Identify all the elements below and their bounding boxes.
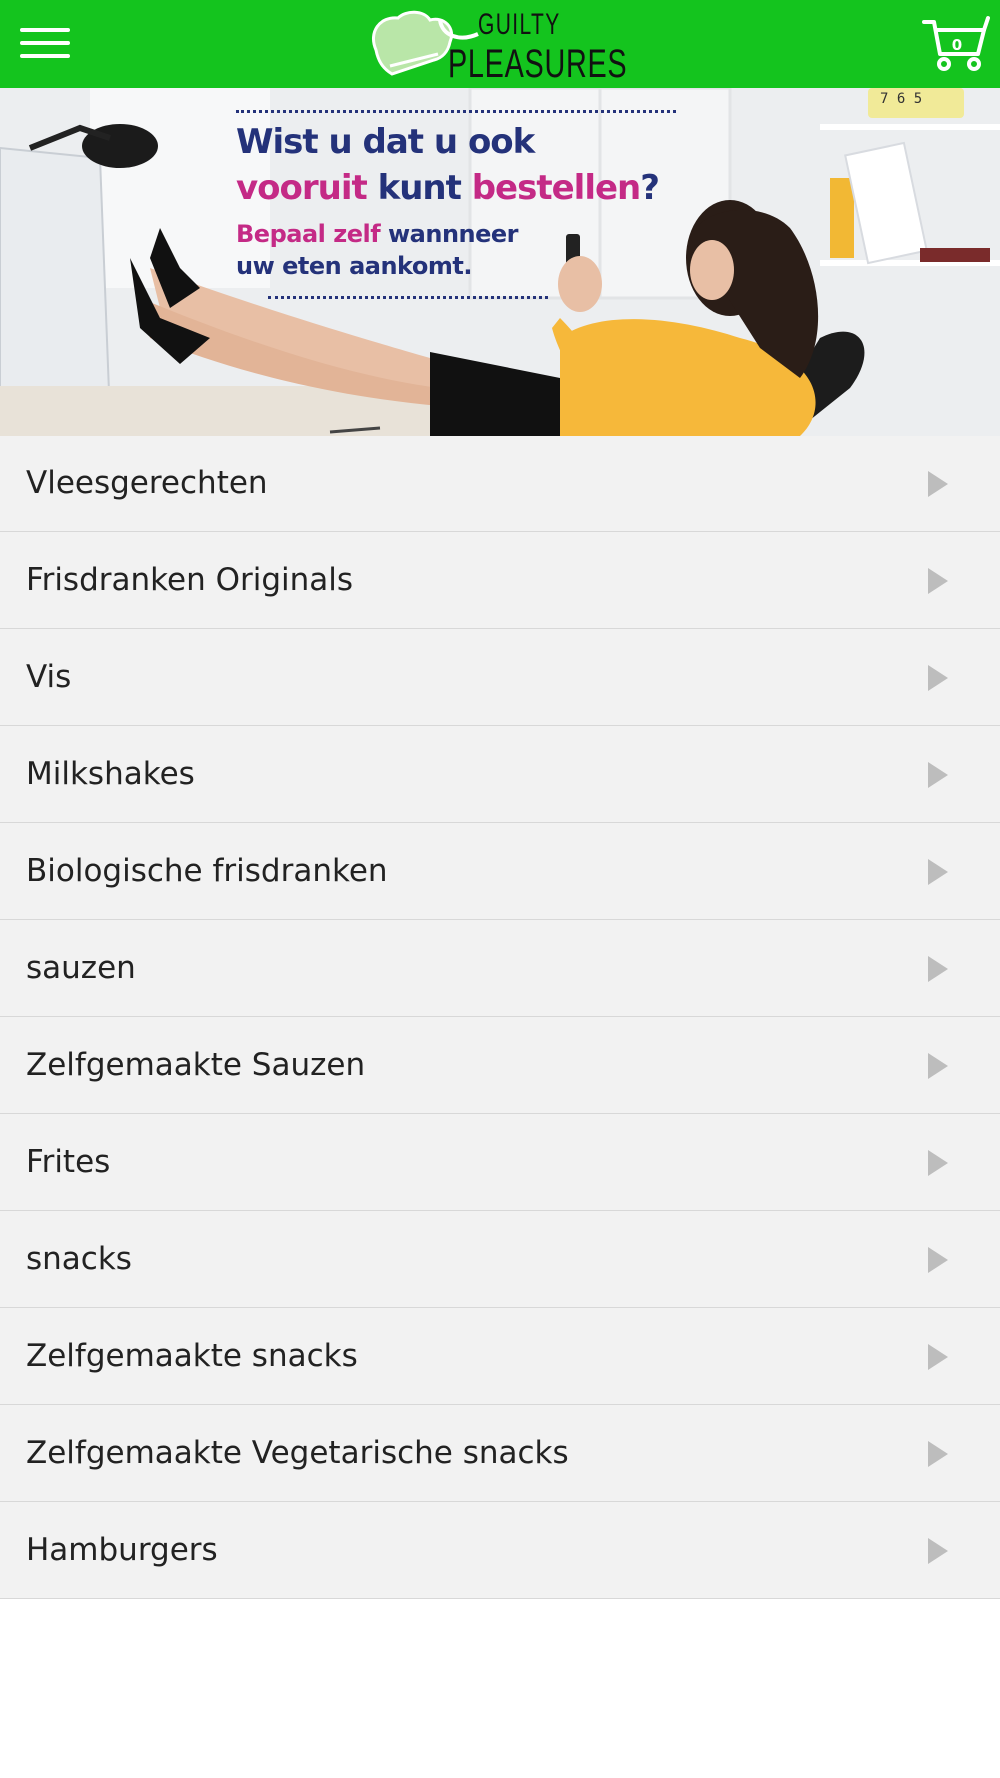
category-item[interactable]: Milkshakes: [0, 726, 1000, 823]
banner-line-2-part-2: kunt: [366, 168, 472, 208]
banner-line-2-part-4: ?: [640, 168, 660, 208]
category-item[interactable]: Frites: [0, 1114, 1000, 1211]
category-list: Social deal met voucherVleesgerechtenFri…: [0, 338, 1000, 1599]
category-item[interactable]: Biologische frisdranken: [0, 823, 1000, 920]
banner-line-1: Wist u dat u ook: [236, 122, 535, 162]
chevron-right-icon: [928, 568, 948, 594]
category-item[interactable]: snacks: [0, 1211, 1000, 1308]
hamburger-icon: [20, 28, 70, 32]
cart-count-badge: 0: [951, 36, 963, 54]
chevron-right-icon: [928, 859, 948, 885]
banner-line-2: vooruit kunt bestellen?: [236, 168, 660, 208]
category-item-label: Biologische frisdranken: [26, 853, 388, 889]
promo-banner[interactable]: 7 6 5 Wist u dat u ook vooruit kunt best…: [0, 88, 1000, 436]
chevron-right-icon: [928, 1344, 948, 1370]
category-item[interactable]: Zelfgemaakte Vegetarische snacks: [0, 1405, 1000, 1502]
banner-line-2-part-3: bestellen: [471, 168, 642, 208]
category-item-label: Vis: [26, 659, 72, 695]
logo-text-guilty: GUILTY: [478, 8, 561, 41]
banner-line-3-part-1: Bepaal zelf: [236, 220, 381, 248]
chevron-right-icon: [928, 665, 948, 691]
category-item-label: Vleesgerechten: [26, 465, 268, 501]
logo-text-pleasures: PLEASURES: [448, 42, 628, 86]
top-bar: GUILTY PLEASURES 0: [0, 0, 1000, 88]
category-item-label: Frisdranken Originals: [26, 562, 354, 598]
category-item-label: Milkshakes: [26, 756, 195, 792]
category-item-label: Frites: [26, 1144, 111, 1180]
category-item[interactable]: Frisdranken Originals: [0, 532, 1000, 629]
brand-logo[interactable]: GUILTY PLEASURES: [368, 6, 638, 86]
category-item[interactable]: sauzen: [0, 920, 1000, 1017]
app-viewport: GUILTY PLEASURES 0 7 6 5 Wist u dat u oo…: [0, 0, 1000, 1778]
category-item[interactable]: Vis: [0, 629, 1000, 726]
cart-button[interactable]: 0: [920, 14, 990, 74]
category-item-label: Zelfgemaakte Sauzen: [26, 1047, 366, 1083]
category-item[interactable]: Hamburgers: [0, 1502, 1000, 1599]
hamburger-icon-bar: [20, 41, 70, 45]
chevron-right-icon: [928, 1538, 948, 1564]
category-item-label: sauzen: [26, 950, 136, 986]
chevron-right-icon: [928, 1053, 948, 1079]
category-item-label: Zelfgemaakte snacks: [26, 1338, 358, 1374]
chevron-right-icon: [928, 956, 948, 982]
hamburger-icon-bar: [20, 54, 70, 58]
banner-dotted-line-bottom: [268, 296, 548, 299]
chevron-right-icon: [928, 1150, 948, 1176]
category-item[interactable]: Vleesgerechten: [0, 435, 1000, 532]
chevron-right-icon: [928, 1441, 948, 1467]
banner-line-2-part-1: vooruit: [236, 168, 368, 208]
chevron-right-icon: [928, 762, 948, 788]
category-item-label: Zelfgemaakte Vegetarische snacks: [26, 1435, 569, 1471]
category-item[interactable]: Zelfgemaakte Sauzen: [0, 1017, 1000, 1114]
banner-line-4: uw eten aankomt.: [236, 252, 472, 280]
chevron-right-icon: [928, 471, 948, 497]
hamburger-menu-button[interactable]: [20, 22, 70, 64]
category-item[interactable]: Zelfgemaakte snacks: [0, 1308, 1000, 1405]
banner-dotted-line-top: [236, 110, 676, 113]
clock-digits: 7 6 5: [880, 91, 922, 107]
category-item-label: Hamburgers: [26, 1532, 218, 1568]
banner-line-3-part-2: wannneer: [380, 220, 519, 248]
chevron-right-icon: [928, 1247, 948, 1273]
category-item-label: snacks: [26, 1241, 132, 1277]
banner-line-3: Bepaal zelf wannneer: [236, 220, 519, 248]
